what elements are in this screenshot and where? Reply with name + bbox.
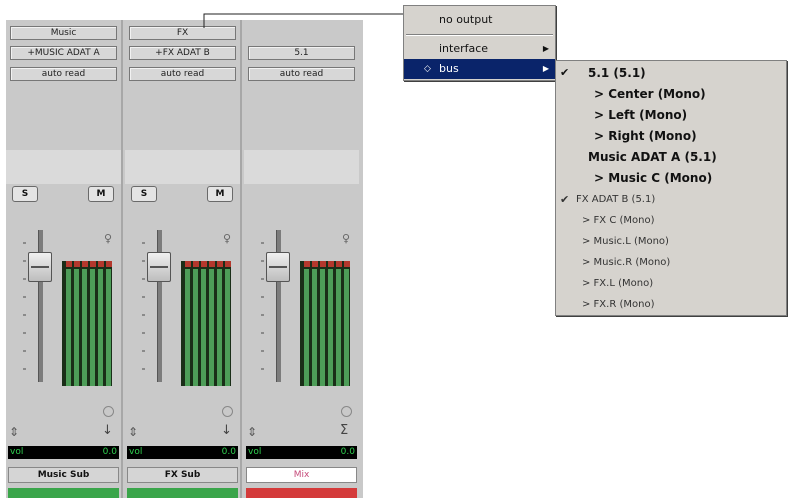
- submenu-arrow-icon: ▶: [542, 44, 549, 53]
- pan-marker-icon: ♀: [223, 232, 232, 245]
- diamond-marker-icon: ◇: [424, 64, 431, 74]
- bus-item-fx-c[interactable]: > FX C (Mono): [556, 211, 786, 231]
- insert-area: [125, 150, 240, 184]
- volume-readout[interactable]: vol 0.0: [8, 446, 119, 459]
- channel-strip-master: 5.1 auto read ♀ ⇕ Σ vol 0.0 Mix: [244, 20, 363, 498]
- solo-button[interactable]: S: [12, 186, 38, 202]
- pan-marker-icon: ♀: [342, 232, 351, 245]
- output-menu: no output interface ▶ ◇ bus ▶: [403, 5, 556, 81]
- track-color-bar: [8, 488, 119, 498]
- level-meter: [62, 261, 112, 386]
- track-name-label[interactable]: Mix: [246, 467, 357, 483]
- mixer-window: Music +MUSIC ADAT A auto read S M ♀ ⇕ ↓ …: [6, 20, 363, 498]
- channel-strip-fx: FX +FX ADAT B auto read S M ♀ ⇕ ↓ vol 0.…: [125, 20, 242, 498]
- track-color-bar: [246, 488, 357, 498]
- track-name-label[interactable]: Music Sub: [8, 467, 119, 483]
- mute-button[interactable]: M: [88, 186, 114, 202]
- track-name-label[interactable]: FX Sub: [127, 467, 238, 483]
- down-arrow-icon[interactable]: ↓: [102, 423, 113, 438]
- bus-item-center[interactable]: > Center (Mono): [556, 84, 786, 104]
- volume-readout[interactable]: vol 0.0: [246, 446, 357, 459]
- volume-label: vol: [248, 447, 262, 457]
- bus-item-5-1[interactable]: ✔ 5.1 (5.1): [556, 63, 786, 83]
- fader-scale: [261, 242, 264, 382]
- bus-item-music-r[interactable]: > Music.R (Mono): [556, 253, 786, 273]
- volume-value: 0.0: [102, 447, 117, 457]
- menu-connector-line: [203, 13, 406, 28]
- record-circle-icon[interactable]: [341, 406, 352, 417]
- bus-item-music-c[interactable]: > Music C (Mono): [556, 168, 786, 188]
- output-selector-button[interactable]: 5.1: [248, 46, 355, 60]
- volume-readout[interactable]: vol 0.0: [127, 446, 238, 459]
- output-selector-button[interactable]: +MUSIC ADAT A: [10, 46, 117, 60]
- bus-item-music-l[interactable]: > Music.L (Mono): [556, 232, 786, 252]
- solo-button[interactable]: S: [131, 186, 157, 202]
- volume-fader[interactable]: [266, 252, 290, 282]
- bus-item-music-adat-a[interactable]: Music ADAT A (5.1): [556, 147, 786, 167]
- updown-arrow-icon[interactable]: ⇕: [128, 425, 138, 439]
- insert-area: [6, 150, 121, 184]
- volume-value: 0.0: [340, 447, 355, 457]
- down-arrow-icon[interactable]: ↓: [221, 423, 232, 438]
- bus-item-fx-adat-b[interactable]: ✔ FX ADAT B (5.1): [556, 190, 786, 210]
- submenu-arrow-icon: ▶: [542, 64, 549, 73]
- level-meter: [181, 261, 231, 386]
- track-color-bar: [127, 488, 238, 498]
- fader-scale: [23, 242, 26, 382]
- bus-item-fx-l[interactable]: > FX.L (Mono): [556, 274, 786, 294]
- updown-arrow-icon[interactable]: ⇕: [247, 425, 257, 439]
- output-selector-button[interactable]: +FX ADAT B: [129, 46, 236, 60]
- sigma-icon: Σ: [340, 423, 349, 438]
- insert-area: [244, 150, 359, 184]
- automation-mode-button[interactable]: auto read: [129, 67, 236, 81]
- pan-marker-icon: ♀: [104, 232, 113, 245]
- record-circle-icon[interactable]: [222, 406, 233, 417]
- fader-scale: [142, 242, 145, 382]
- level-meter: [300, 261, 350, 386]
- mute-button[interactable]: M: [207, 186, 233, 202]
- menu-item-bus[interactable]: ◇ bus ▶: [404, 59, 555, 79]
- volume-fader[interactable]: [147, 252, 171, 282]
- volume-label: vol: [129, 447, 143, 457]
- bus-item-right[interactable]: > Right (Mono): [556, 126, 786, 146]
- automation-mode-button[interactable]: auto read: [248, 67, 355, 81]
- volume-value: 0.0: [221, 447, 236, 457]
- bus-item-fx-r[interactable]: > FX.R (Mono): [556, 295, 786, 315]
- bus-item-left[interactable]: > Left (Mono): [556, 105, 786, 125]
- volume-fader[interactable]: [28, 252, 52, 282]
- menu-item-interface[interactable]: interface ▶: [404, 39, 555, 59]
- automation-mode-button[interactable]: auto read: [10, 67, 117, 81]
- record-circle-icon[interactable]: [103, 406, 114, 417]
- channel-strip-music: Music +MUSIC ADAT A auto read S M ♀ ⇕ ↓ …: [6, 20, 123, 498]
- menu-separator: [406, 34, 553, 36]
- checkmark-icon: ✔: [560, 66, 570, 79]
- menu-item-no-output[interactable]: no output: [404, 10, 555, 30]
- updown-arrow-icon[interactable]: ⇕: [9, 425, 19, 439]
- checkmark-icon: ✔: [560, 193, 570, 206]
- bus-submenu: ✔ 5.1 (5.1) > Center (Mono) > Left (Mono…: [555, 60, 787, 316]
- volume-label: vol: [10, 447, 24, 457]
- track-name-button[interactable]: Music: [10, 26, 117, 40]
